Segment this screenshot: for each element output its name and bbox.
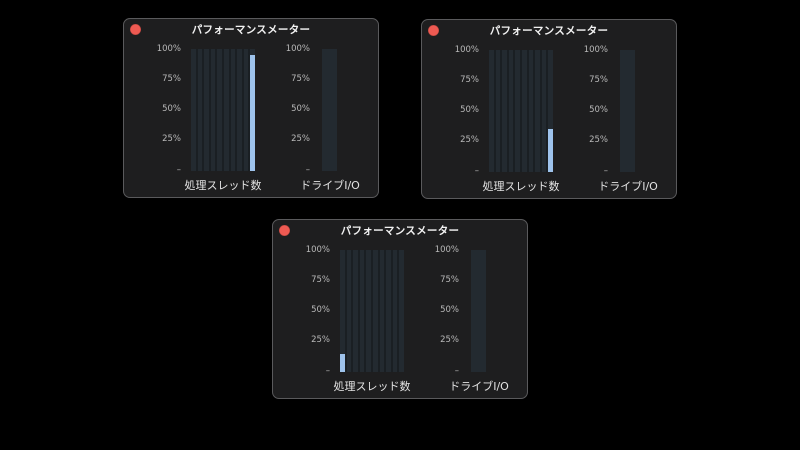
threads-label: 処理スレッド数 <box>184 179 262 192</box>
thread-column <box>502 50 507 172</box>
thread-column <box>359 250 365 372</box>
window-titlebar[interactable]: パフォーマンスメーター <box>273 220 527 242</box>
io-axis-ticks: 100% 75% 50% 25% – <box>270 44 310 175</box>
drive-io-meter <box>620 50 635 172</box>
thread-column <box>535 50 540 172</box>
threads-label: 処理スレッド数 <box>482 180 560 193</box>
tick-25: 25% <box>291 134 310 144</box>
thread-column <box>204 49 209 171</box>
tick-25: 25% <box>311 335 330 345</box>
drive-io-label: ドライブI/O <box>300 179 360 192</box>
drive-io-label: ドライブI/O <box>598 180 658 193</box>
tick-50: 50% <box>162 104 181 114</box>
drive-io-meter <box>322 49 337 171</box>
window-titlebar[interactable]: パフォーマンスメーター <box>422 20 676 42</box>
tick-50: 50% <box>589 105 608 115</box>
thread-column <box>541 50 547 172</box>
thread-column <box>508 50 514 172</box>
thread-meter <box>340 250 404 372</box>
desktop: パフォーマンスメーター 100% 75% 50% 25% – 100% 75% … <box>0 0 800 450</box>
tick-100: 100% <box>305 245 330 255</box>
thread-column <box>489 50 494 172</box>
tick-25: 25% <box>440 335 459 345</box>
tick-75: 75% <box>460 75 479 85</box>
tick-0: – <box>454 366 459 376</box>
threads-axis-ticks: 100% 75% 50% 25% – <box>141 44 181 175</box>
tick-50: 50% <box>311 305 330 315</box>
thread-column <box>392 250 398 372</box>
drive-io-meter <box>471 250 486 372</box>
thread-column <box>223 49 229 171</box>
tick-50: 50% <box>291 104 310 114</box>
tick-100: 100% <box>156 44 181 54</box>
thread-column <box>197 49 203 171</box>
tick-100: 100% <box>454 45 479 55</box>
threads-label: 処理スレッド数 <box>333 380 411 393</box>
thread-column <box>230 49 236 171</box>
close-button-icon[interactable] <box>428 25 439 36</box>
window-titlebar[interactable]: パフォーマンスメーター <box>124 19 378 41</box>
tick-50: 50% <box>460 105 479 115</box>
drive-io-label: ドライブI/O <box>449 380 509 393</box>
tick-100: 100% <box>583 45 608 55</box>
thread-column <box>346 250 352 372</box>
thread-column <box>495 50 501 172</box>
io-axis-ticks: 100% 75% 50% 25% – <box>568 45 608 176</box>
threads-axis-ticks: 100% 75% 50% 25% – <box>439 45 479 176</box>
thread-column <box>386 250 391 372</box>
tick-75: 75% <box>311 275 330 285</box>
tick-75: 75% <box>589 75 608 85</box>
thread-fill <box>548 129 553 172</box>
thread-column <box>399 250 404 372</box>
tick-0: – <box>305 165 310 175</box>
thread-column <box>217 49 222 171</box>
thread-column <box>548 50 553 172</box>
thread-column <box>353 250 358 372</box>
thread-fill <box>250 55 255 171</box>
window-title: パフォーマンスメーター <box>489 25 609 37</box>
thread-column <box>379 250 385 372</box>
io-axis-ticks: 100% 75% 50% 25% – <box>419 245 459 376</box>
thread-column <box>237 49 242 171</box>
window-title: パフォーマンスメーター <box>340 225 460 237</box>
tick-25: 25% <box>460 135 479 145</box>
tick-0: – <box>603 166 608 176</box>
thread-meter <box>191 49 255 171</box>
performance-meter-window: パフォーマンスメーター 100% 75% 50% 25% – 100% 75% … <box>272 219 528 399</box>
tick-50: 50% <box>440 305 459 315</box>
tick-75: 75% <box>162 74 181 84</box>
tick-75: 75% <box>291 74 310 84</box>
tick-75: 75% <box>440 275 459 285</box>
thread-column <box>250 49 255 171</box>
tick-100: 100% <box>285 44 310 54</box>
tick-0: – <box>474 166 479 176</box>
tick-100: 100% <box>434 245 459 255</box>
close-button-icon[interactable] <box>279 225 290 236</box>
thread-column <box>372 250 378 372</box>
thread-meter <box>489 50 553 172</box>
thread-column <box>366 250 371 372</box>
window-title: パフォーマンスメーター <box>191 24 311 36</box>
thread-column <box>210 49 216 171</box>
tick-0: – <box>176 165 181 175</box>
close-button-icon[interactable] <box>130 24 141 35</box>
tick-25: 25% <box>589 135 608 145</box>
performance-meter-window: パフォーマンスメーター 100% 75% 50% 25% – 100% 75% … <box>123 18 379 198</box>
tick-0: – <box>325 366 330 376</box>
thread-column <box>528 50 534 172</box>
threads-axis-ticks: 100% 75% 50% 25% – <box>290 245 330 376</box>
thread-fill <box>340 353 345 372</box>
thread-column <box>243 49 249 171</box>
thread-column <box>340 250 345 372</box>
performance-meter-window: パフォーマンスメーター 100% 75% 50% 25% – 100% 75% … <box>421 19 677 199</box>
thread-column <box>521 50 527 172</box>
thread-column <box>515 50 520 172</box>
tick-25: 25% <box>162 134 181 144</box>
thread-column <box>191 49 196 171</box>
